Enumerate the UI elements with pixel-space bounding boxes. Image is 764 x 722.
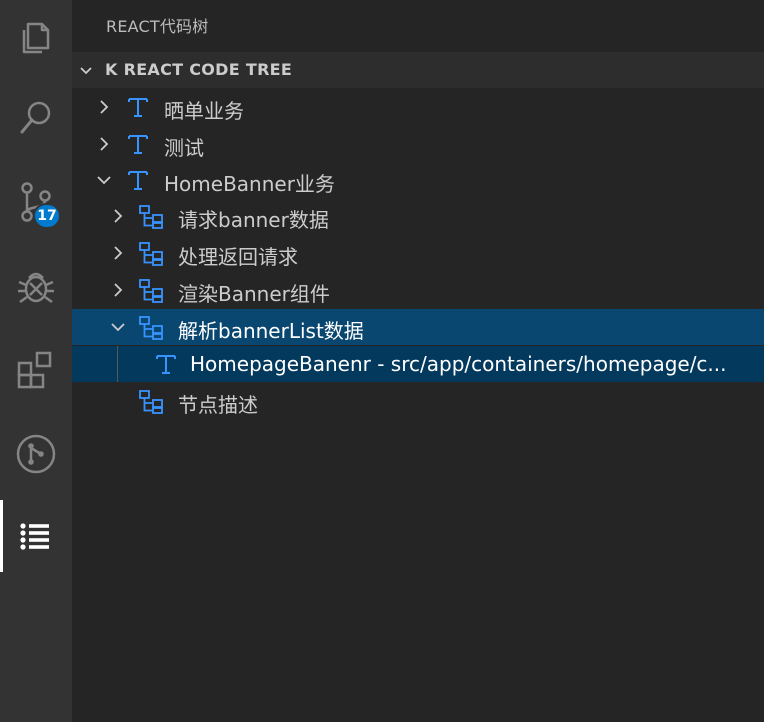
tree-item-label: 晒单业务 — [164, 99, 244, 123]
tree-item-label: HomeBanner业务 — [164, 172, 335, 196]
list-icon — [20, 523, 49, 550]
activity-bar: 17 — [0, 0, 72, 722]
flow-node-icon — [139, 279, 163, 303]
activity-search[interactable] — [0, 82, 72, 154]
tree-item-label: 渲染Banner组件 — [178, 282, 330, 306]
activity-extensions[interactable] — [0, 334, 72, 406]
tree-item-parse-bannerlist[interactable]: 解析bannerList数据 — [72, 309, 764, 345]
tree-item-label: 解析bannerList数据 — [178, 319, 364, 343]
flow-node-icon — [139, 316, 163, 340]
tree-item-node-description[interactable]: 节点描述 — [72, 383, 764, 419]
search-icon — [20, 101, 51, 134]
flow-node-icon — [139, 242, 163, 266]
tree-item-label: 处理返回请求 — [178, 245, 298, 269]
flow-node-icon — [139, 390, 163, 414]
tree-item-label: 测试 — [164, 136, 204, 160]
tree-item-render-banner[interactable]: 渲染Banner组件 — [72, 272, 764, 308]
activity-debug[interactable] — [0, 250, 72, 322]
tree-item-handle-response[interactable]: 处理返回请求 — [72, 235, 764, 271]
tree-item-homepage-banenr[interactable]: HomepageBanenr - src/app/containers/home… — [72, 346, 764, 382]
files-icon — [22, 22, 50, 54]
flow-node-icon — [139, 205, 163, 229]
chevron-right-icon — [100, 137, 109, 151]
tree-item-shaidan[interactable]: 晒单业务 — [72, 89, 764, 125]
tree-item-label: 节点描述 — [178, 393, 258, 417]
git-graph-icon — [16, 434, 56, 474]
activity-source-control[interactable] — [0, 166, 72, 238]
debug-icon — [18, 272, 54, 304]
activity-explorer[interactable] — [0, 0, 72, 72]
chevron-right-icon — [100, 100, 109, 114]
text-t-icon — [156, 355, 176, 374]
extensions-icon — [17, 351, 52, 389]
activity-git-graph[interactable] — [0, 418, 72, 490]
source-control-badge: 17 — [33, 203, 61, 229]
chevron-right-icon — [114, 209, 123, 223]
chevron-down-icon — [97, 176, 111, 185]
chevron-down-icon — [80, 67, 92, 75]
tree-item-request-banner[interactable]: 请求banner数据 — [72, 198, 764, 234]
tree-item-test[interactable]: 测试 — [72, 126, 764, 162]
section-title: K REACT CODE TREE — [105, 60, 293, 79]
chevron-down-icon — [111, 323, 125, 332]
tree-item-homebanner[interactable]: HomeBanner业务 — [72, 162, 764, 198]
tree-item-label: HomepageBanenr - src/app/containers/home… — [190, 352, 727, 376]
text-t-icon — [128, 135, 148, 154]
section-header[interactable]: K REACT CODE TREE — [72, 52, 764, 88]
chevron-right-icon — [114, 246, 123, 260]
text-t-icon — [128, 98, 148, 117]
indent-guide — [117, 346, 118, 382]
sidebar-title: REACT代码树 — [106, 17, 209, 36]
text-t-icon — [128, 171, 148, 190]
active-indicator — [0, 500, 3, 572]
activity-react-code-tree[interactable] — [0, 500, 72, 572]
tree-item-label: 请求banner数据 — [178, 208, 329, 232]
chevron-right-icon — [114, 283, 123, 297]
sidebar: REACT代码树 K REACT CODE TREE 晒单业务 测试 HomeB… — [72, 0, 764, 722]
